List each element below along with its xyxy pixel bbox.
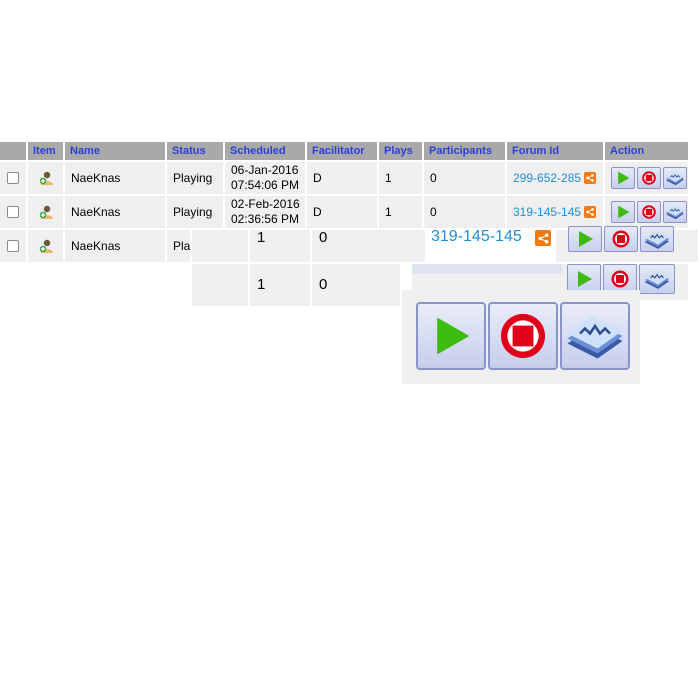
play-icon [615,204,631,220]
play-button[interactable] [416,302,486,370]
forum-id-cell: 299-652-285 [507,162,605,194]
play-icon [575,229,595,249]
scheduled-cell: 06-Jan-2016 07:54:06 PM [225,162,307,194]
stop-button[interactable] [637,167,661,189]
row-checkbox[interactable] [7,206,19,218]
play-icon [615,170,631,186]
header-status[interactable]: Status [167,142,225,160]
stats-button[interactable] [639,264,675,294]
stats-button[interactable] [640,226,674,252]
play-button[interactable] [611,167,635,189]
row-checkbox[interactable] [7,240,19,252]
stop-button[interactable] [604,226,638,252]
status-cell: Playing [167,196,225,228]
scheduled-date: 02-Feb-2016 [231,197,300,211]
item-cell [28,196,65,228]
user-icon [38,170,54,186]
stop-icon [641,204,657,220]
share-icon[interactable] [584,172,597,184]
plays-cell: 1 [379,196,424,228]
zoom-action-buttons [402,290,640,384]
zoom-forum-id-link[interactable]: 319-145-145 [431,228,522,246]
header-scheduled[interactable]: Scheduled [225,142,307,160]
item-cell [28,230,65,262]
header-select [0,142,28,160]
forum-id-link[interactable]: 319-145-145 [513,205,581,219]
header-name[interactable]: Name [65,142,167,160]
stats-icon [665,170,685,186]
header-facilitator[interactable]: Facilitator [307,142,379,160]
header-forum-id[interactable]: Forum Id [507,142,605,160]
header-participants[interactable]: Participants [424,142,507,160]
zoom-fragment-row-b: 1 0 [192,264,400,306]
stats-icon [564,311,626,361]
zoom-fragment-row-a: 1 0 319-145-145 [192,226,698,262]
zoom-participants: 0 [319,229,328,246]
action-cell [605,196,690,228]
facilitator-cell: D [307,196,379,228]
play-button[interactable] [611,201,635,223]
stop-icon [641,170,657,186]
participants-cell: 0 [424,162,507,194]
row-checkbox-cell [0,230,28,262]
zoom-participants: 0 [319,276,328,293]
header-plays[interactable]: Plays [379,142,424,160]
play-button[interactable] [568,226,602,252]
stop-icon [610,269,630,289]
name-cell: NaeKnas [65,196,167,228]
header-action: Action [605,142,690,160]
share-icon[interactable] [535,230,551,246]
zoom-plays: 1 [257,229,266,246]
header-item[interactable]: Item [28,142,65,160]
facilitator-cell: D [307,162,379,194]
name-cell: NaeKnas [65,230,167,262]
stats-icon [643,228,671,250]
stats-icon [665,204,685,220]
play-icon [428,313,474,359]
name-cell: NaeKnas [65,162,167,194]
play-icon [574,269,594,289]
row-checkbox-cell [0,162,28,194]
table-header: Item Name Status Scheduled Facilitator P… [0,142,690,160]
stop-button[interactable] [488,302,558,370]
row-checkbox[interactable] [7,172,19,184]
forum-id-cell: 319-145-145 [507,196,605,228]
action-cell [605,162,690,194]
share-icon[interactable] [584,206,597,218]
plays-cell: 1 [379,162,424,194]
stats-button[interactable] [560,302,630,370]
stats-button[interactable] [663,201,687,223]
scheduled-time: 02:36:56 PM [231,212,300,226]
stop-icon [611,229,631,249]
user-icon [38,238,54,254]
stop-icon [497,310,549,362]
forum-id-link[interactable]: 299-652-285 [513,171,581,185]
scheduled-time: 07:54:06 PM [231,178,300,192]
stop-button[interactable] [637,201,661,223]
status-cell: Play [167,230,192,262]
stats-icon [643,268,671,290]
participants-cell: 0 [424,196,507,228]
item-cell [28,162,65,194]
user-icon [38,204,54,220]
scheduled-date: 06-Jan-2016 [231,163,299,177]
stats-button[interactable] [663,167,687,189]
row-checkbox-cell [0,196,28,228]
table-row: NaeKnas Playing 06-Jan-2016 07:54:06 PM … [0,162,690,194]
scheduled-cell: 02-Feb-2016 02:36:56 PM [225,196,307,228]
table-row: NaeKnas Playing 02-Feb-2016 02:36:56 PM … [0,196,690,228]
zoom-plays: 1 [257,276,266,293]
status-cell: Playing [167,162,225,194]
